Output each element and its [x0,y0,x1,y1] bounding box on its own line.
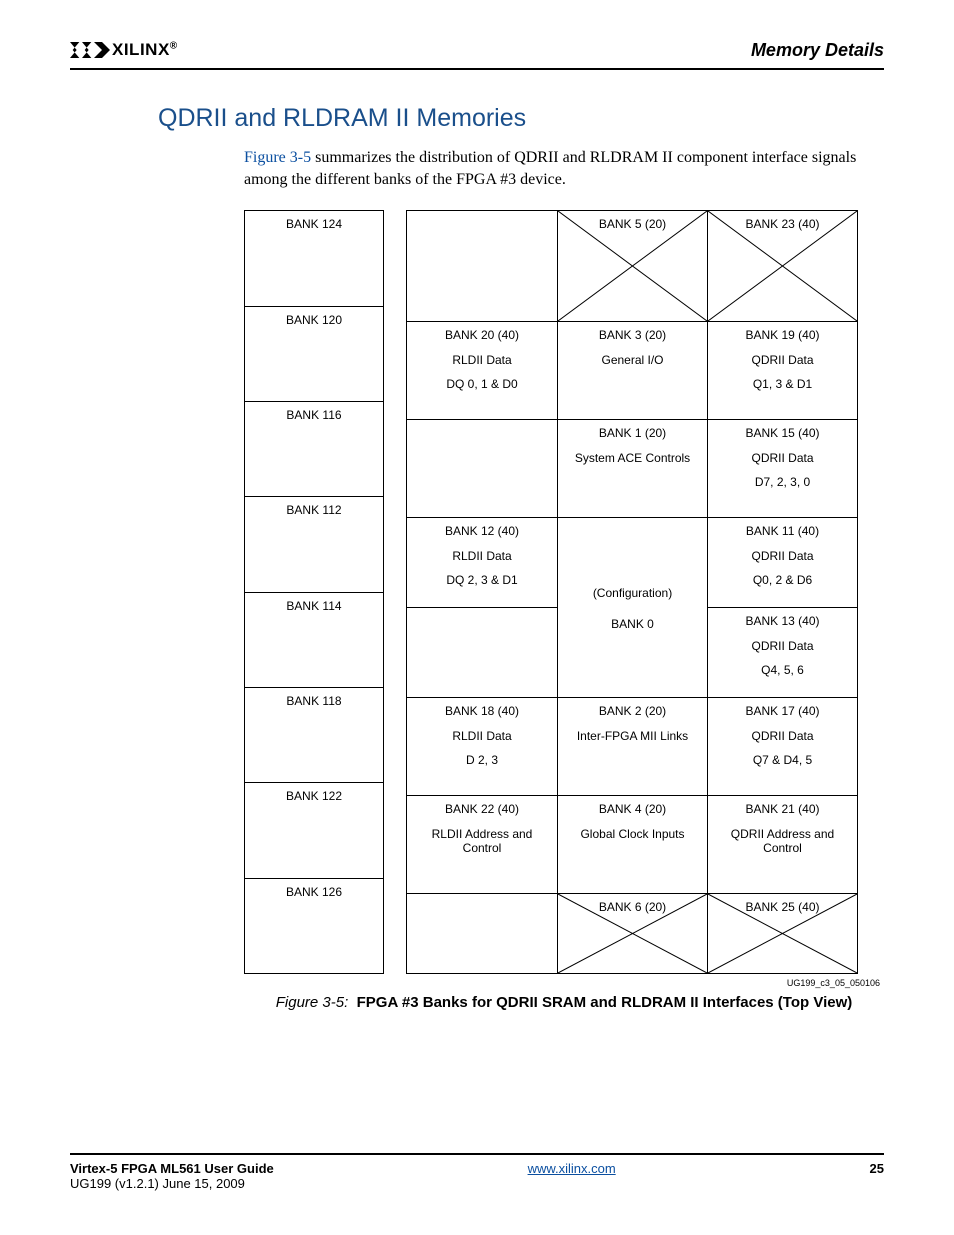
brand-logo: XILINX® [70,38,178,62]
bank-grid-cell: BANK 20 (40)RLDII DataDQ 0, 1 & D0 [407,321,557,419]
bank-grid-cell: BANK 12 (40)RLDII DataDQ 2, 3 & D1 [407,517,557,607]
left-bank-cell: BANK 126 [245,878,383,973]
left-bank-cell: BANK 118 [245,687,383,782]
bank-grid-cell: BANK 25 (40) [708,893,857,973]
bank-grid-cell: BANK 3 (20)General I/O [558,321,707,419]
bank-grid-cell [407,419,557,517]
bank-grid-cell: BANK 4 (20)Global Clock Inputs [558,795,707,893]
bank-grid-cell [407,893,557,973]
bank-grid-cell: BANK 13 (40)QDRII DataQ4, 5, 6 [708,607,857,697]
bank-grid-cell: BANK 1 (20)System ACE Controls [558,419,707,517]
page-footer: Virtex-5 FPGA ML561 User Guide UG199 (v1… [70,1153,884,1191]
cross-icon [558,894,707,973]
cross-icon [708,894,857,973]
footer-left: Virtex-5 FPGA ML561 User Guide UG199 (v1… [70,1161,274,1191]
bank-grid-cell: BANK 17 (40)QDRII DataQ7 & D4, 5 [708,697,857,795]
bank-grid: BANK 20 (40)RLDII DataDQ 0, 1 & D0BANK 1… [406,210,858,974]
figure-3-5: BANK 124BANK 120BANK 116BANK 112BANK 114… [70,210,884,1011]
left-bank-cell: BANK 122 [245,782,383,877]
bank-grid-cell: BANK 5 (20) [558,211,707,321]
bank-grid-cell: BANK 19 (40)QDRII DataQ1, 3 & D1 [708,321,857,419]
footer-url-link[interactable]: www.xilinx.com [528,1161,616,1176]
left-bank-cell: BANK 112 [245,496,383,591]
bank-grid-cell: BANK 15 (40)QDRII DataD7, 2, 3, 0 [708,419,857,517]
bank-grid-cell: BANK 21 (40)QDRII Address and Control [708,795,857,893]
left-bank-cell: BANK 120 [245,306,383,401]
bank-grid-cell: BANK 22 (40)RLDII Address and Control [407,795,557,893]
bank-grid-cell: BANK 18 (40)RLDII DataD 2, 3 [407,697,557,795]
bank-left-column: BANK 124BANK 120BANK 116BANK 112BANK 114… [244,210,384,974]
grid-col-3: BANK 23 (40)BANK 19 (40)QDRII DataQ1, 3 … [707,211,857,973]
bank-grid-cell [407,211,557,321]
left-bank-cell: BANK 116 [245,401,383,496]
figure-source-id: UG199_c3_05_050106 [244,978,884,988]
cross-icon [708,211,857,321]
section-title: QDRII and RLDRAM II Memories [70,104,884,133]
bank-grid-cell: BANK 6 (20) [558,893,707,973]
bank-grid-cell [407,607,557,697]
left-bank-cell: BANK 114 [245,592,383,687]
footer-page-number: 25 [870,1161,884,1176]
left-bank-cell: BANK 124 [245,211,383,305]
figure-caption: Figure 3-5: FPGA #3 Banks for QDRII SRAM… [244,994,884,1011]
grid-col-1: BANK 20 (40)RLDII DataDQ 0, 1 & D0 BANK 1… [407,211,557,973]
bank-grid-cell-merged: (Configuration)BANK 0 [558,517,707,697]
grid-col-2: BANK 5 (20)BANK 3 (20)General I/OBANK 1 … [557,211,707,973]
intro-paragraph: Figure 3-5 summarizes the distribution o… [70,147,884,190]
page-header: XILINX® Memory Details [70,38,884,70]
cross-icon [558,211,707,321]
bank-grid-cell: BANK 23 (40) [708,211,857,321]
footer-center: www.xilinx.com [528,1161,616,1176]
section-breadcrumb: Memory Details [751,40,884,61]
bank-grid-cell: BANK 11 (40)QDRII DataQ0, 2 & D6 [708,517,857,607]
bank-grid-cell: BANK 2 (20)Inter-FPGA MII Links [558,697,707,795]
figure-reference-link[interactable]: Figure 3-5 [244,149,311,166]
brand-name: XILINX® [112,40,178,60]
xilinx-mark-icon [70,38,110,62]
